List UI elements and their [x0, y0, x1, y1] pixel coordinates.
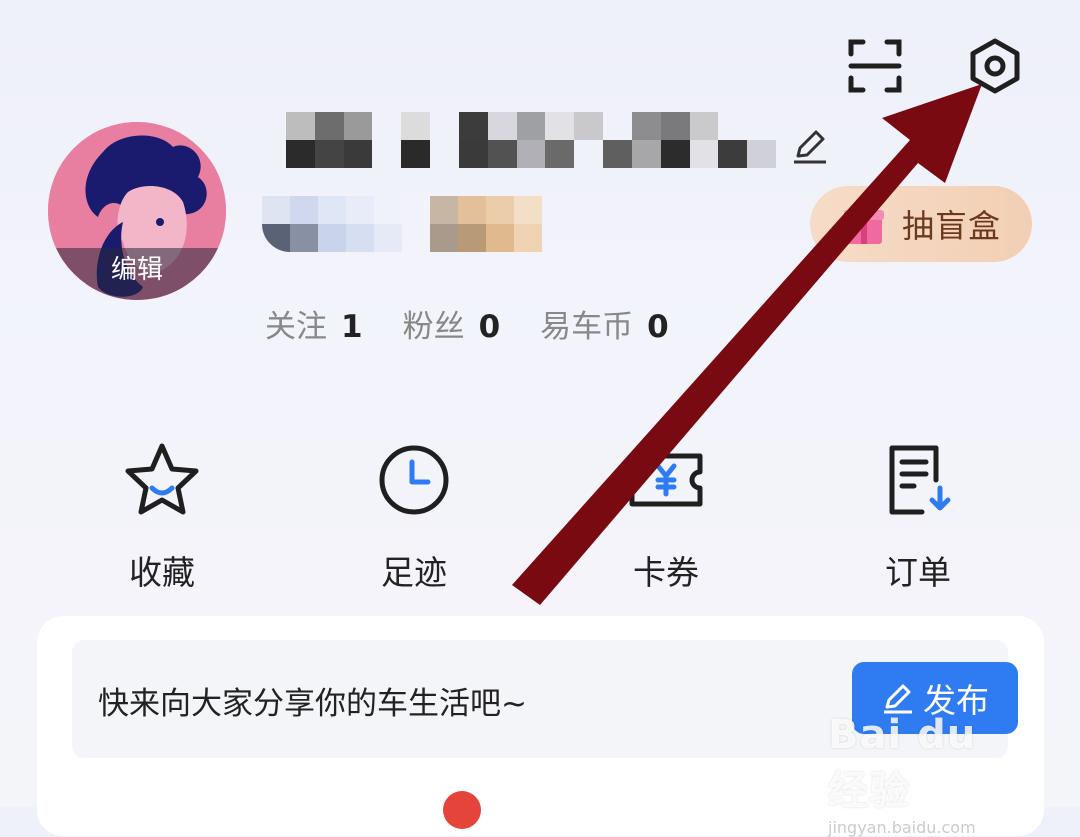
stat-label: 易车币: [540, 308, 634, 345]
profile-stats: 关注 1 粉丝 0 易车币 0: [265, 300, 709, 346]
watermark-main: Bai du 经验: [828, 712, 977, 814]
coupon-icon: [629, 453, 703, 507]
pencil-icon: [884, 684, 912, 714]
order-icon: [889, 445, 951, 515]
post-prompt-text: 快来向大家分享你的车生活吧~: [98, 686, 527, 722]
star-icon: [125, 443, 199, 515]
level-badge-blurred: [430, 196, 542, 252]
stat-value: 0: [478, 308, 501, 345]
stat-label: 粉丝: [402, 308, 465, 345]
stat-followers[interactable]: 粉丝 0: [403, 301, 501, 346]
stat-label: 关注: [265, 308, 327, 345]
avatar[interactable]: 编辑: [48, 122, 226, 300]
stat-value: 0: [647, 308, 669, 345]
settings-gear-icon[interactable]: [965, 36, 1025, 96]
blind-box-label: 抽盲盒: [902, 207, 1002, 245]
favorites-label: 收藏: [129, 553, 195, 592]
stat-coins[interactable]: 易车币 0: [540, 301, 669, 346]
edit-pencil-icon[interactable]: [790, 126, 830, 166]
scan-icon[interactable]: [845, 36, 905, 96]
clock-icon: [379, 445, 449, 515]
avatar-edit-label[interactable]: 编辑: [48, 248, 226, 300]
gift-box-icon: [840, 200, 888, 248]
coupons-button[interactable]: 卡券: [606, 440, 726, 594]
baidu-jingyan-watermark: Bai du 经验 jingyan.baidu.com: [828, 712, 1028, 837]
stat-value: 1: [341, 308, 363, 345]
user-badge-blurred: [262, 196, 402, 252]
history-button[interactable]: 足迹: [354, 440, 474, 594]
coupons-label: 卡券: [633, 553, 699, 592]
favorites-button[interactable]: 收藏: [102, 440, 222, 594]
blind-box-button[interactable]: 抽盲盒: [810, 186, 1032, 262]
username-redacted: [286, 112, 776, 168]
watermark-sub: jingyan.baidu.com: [828, 818, 976, 837]
orders-label: 订单: [885, 553, 951, 592]
orders-button[interactable]: 订单: [858, 440, 978, 594]
stat-following[interactable]: 关注 1: [265, 301, 363, 346]
notification-dot: [443, 791, 481, 829]
history-label: 足迹: [381, 553, 447, 592]
